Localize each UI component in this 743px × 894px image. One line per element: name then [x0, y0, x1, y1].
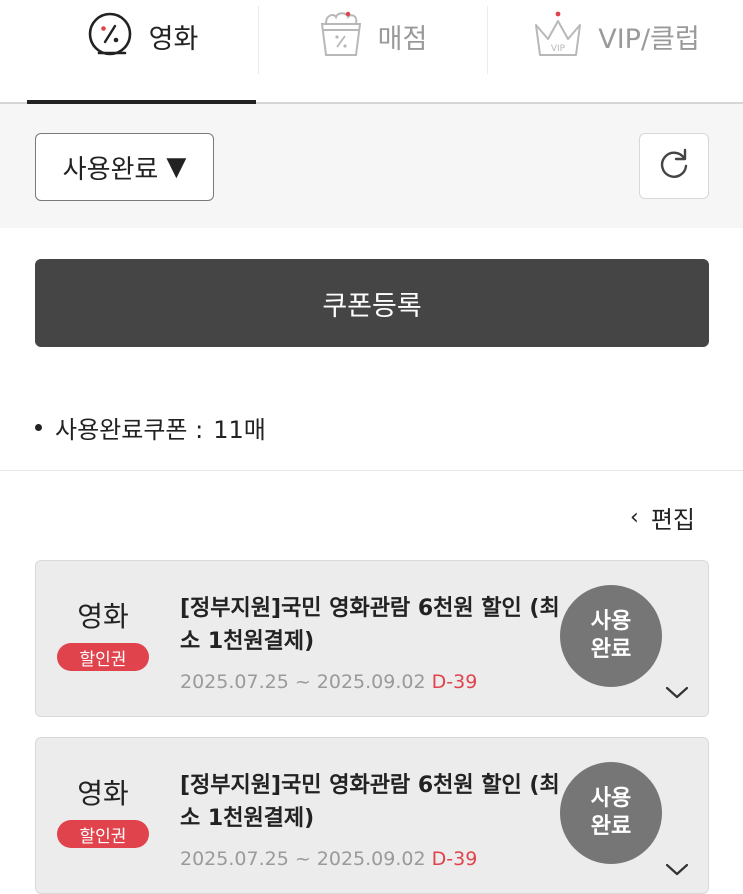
dropdown-arrow-icon: ▼	[166, 152, 187, 182]
chevron-down-icon[interactable]	[664, 862, 690, 882]
tab-vip-club[interactable]: VIP VIP/클럽	[489, 0, 743, 102]
coupon-status-line1: 사용	[590, 609, 632, 634]
coupon-validity: 2025.07.25 ~ 2025.09.02 D-39	[180, 671, 477, 693]
movie-discount-icon	[85, 9, 135, 63]
coupon-status-badge: 사용 완료	[560, 585, 662, 687]
tab-movie-label: 영화	[148, 23, 199, 55]
refresh-button[interactable]	[639, 133, 709, 199]
coupon-type-badge: 할인권	[57, 643, 149, 671]
divider	[0, 470, 743, 471]
coupon-card[interactable]: 영화 할인권 [정부지원]국민 영화관람 6천원 할인 (최소 1천원결제) 2…	[35, 560, 709, 717]
coupon-dday: D-39	[431, 671, 478, 693]
tab-snack-label: 매점	[377, 23, 428, 55]
coupon-status-line1: 사용	[590, 786, 632, 811]
used-coupon-count-value: 11매	[213, 416, 266, 444]
refresh-icon	[657, 147, 691, 185]
coupon-date-range: 2025.07.25 ~ 2025.09.02	[180, 671, 426, 693]
tab-movie[interactable]: 영화	[27, 0, 256, 102]
chevron-left-icon: ‹	[630, 505, 639, 530]
coupon-category: 영화	[77, 600, 129, 633]
register-coupon-button[interactable]: 쿠폰등록	[35, 259, 709, 347]
used-coupon-count-label: 사용완료쿠폰 :	[55, 416, 204, 444]
coupon-type-badge: 할인권	[57, 820, 149, 848]
coupon-card[interactable]: 영화 할인권 [정부지원]국민 영화관람 6천원 할인 (최소 1천원결제) 2…	[35, 737, 709, 894]
snack-bucket-icon	[318, 9, 364, 63]
coupon-category: 영화	[77, 777, 129, 810]
edit-button[interactable]: ‹ 편집	[630, 500, 695, 535]
coupon-date-range: 2025.07.25 ~ 2025.09.02	[180, 848, 426, 870]
coupon-status-badge: 사용 완료	[560, 762, 662, 864]
tab-vip-label: VIP/클럽	[598, 23, 700, 55]
vip-crown-icon: VIP	[532, 9, 584, 63]
coupon-validity: 2025.07.25 ~ 2025.09.02 D-39	[180, 848, 477, 870]
edit-label: 편집	[650, 506, 695, 534]
coupon-status-line2: 완료	[590, 814, 632, 839]
chevron-down-icon[interactable]	[664, 685, 690, 705]
used-coupon-count: 사용완료쿠폰 : 11매	[35, 410, 266, 445]
status-filter-dropdown[interactable]: 사용완료 ▼	[35, 133, 214, 201]
bullet-dot	[35, 424, 42, 431]
top-tab-bar: 영화 매점 VIP VIP/클럽	[0, 0, 743, 104]
tab-snack[interactable]: 매점	[258, 0, 487, 102]
svg-text:VIP: VIP	[551, 44, 566, 54]
tab-divider	[487, 6, 488, 74]
coupon-status-line2: 완료	[590, 637, 632, 662]
filter-bar: 사용완료 ▼	[0, 104, 743, 228]
status-filter-value: 사용완료	[62, 154, 159, 185]
coupon-title: [정부지원]국민 영화관람 6천원 할인 (최소 1천원결제)	[180, 596, 560, 654]
coupon-dday: D-39	[431, 848, 478, 870]
coupon-title: [정부지원]국민 영화관람 6천원 할인 (최소 1천원결제)	[180, 773, 560, 831]
